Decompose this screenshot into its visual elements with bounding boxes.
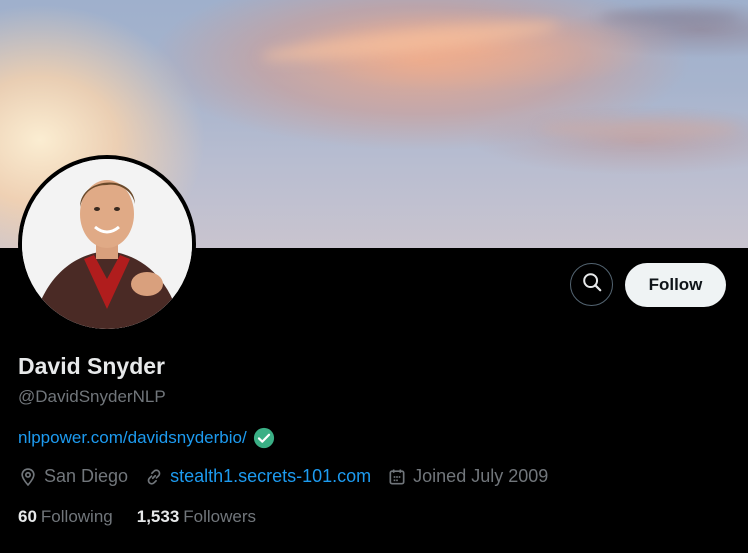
follow-stats: 60 Following 1,533 Followers bbox=[18, 507, 280, 527]
location-pin-icon bbox=[18, 467, 44, 487]
bio-website-link[interactable]: nlppower.com/davidsnyderbio/ bbox=[18, 428, 247, 448]
search-button[interactable] bbox=[570, 263, 613, 306]
profile-link[interactable]: stealth1.secrets-101.com bbox=[144, 466, 371, 487]
followers-stat[interactable]: 1,533 Followers bbox=[137, 507, 256, 527]
following-stat[interactable]: 60 Following bbox=[18, 507, 113, 527]
search-icon bbox=[581, 271, 603, 298]
cloud-streak bbox=[600, 10, 740, 24]
bio-link-row: nlppower.com/davidsnyderbio/ bbox=[18, 427, 275, 449]
link-icon bbox=[144, 467, 170, 487]
display-name: David Snyder bbox=[18, 353, 165, 379]
location: San Diego bbox=[18, 466, 128, 487]
calendar-icon bbox=[387, 467, 413, 487]
location-text: San Diego bbox=[44, 466, 129, 486]
avatar-photo bbox=[22, 159, 192, 329]
follow-button[interactable]: Follow bbox=[625, 263, 726, 307]
joined-text: Joined July 2009 bbox=[413, 466, 549, 486]
verified-check-icon bbox=[253, 427, 275, 449]
profile-meta: San Diego stealth1.secrets-101.com Joine… bbox=[18, 466, 564, 487]
following-label: Following bbox=[40, 507, 113, 526]
cloud-streak bbox=[259, 14, 561, 68]
following-count: 60 bbox=[18, 507, 37, 526]
profile-link-text[interactable]: stealth1.secrets-101.com bbox=[170, 466, 371, 487]
followers-label: Followers bbox=[183, 507, 257, 526]
followers-count: 1,533 bbox=[136, 507, 180, 526]
user-handle: @DavidSnyderNLP bbox=[18, 387, 166, 406]
cloud-streak bbox=[540, 120, 740, 138]
joined-date: Joined July 2009 bbox=[387, 466, 548, 487]
avatar[interactable] bbox=[18, 155, 196, 333]
